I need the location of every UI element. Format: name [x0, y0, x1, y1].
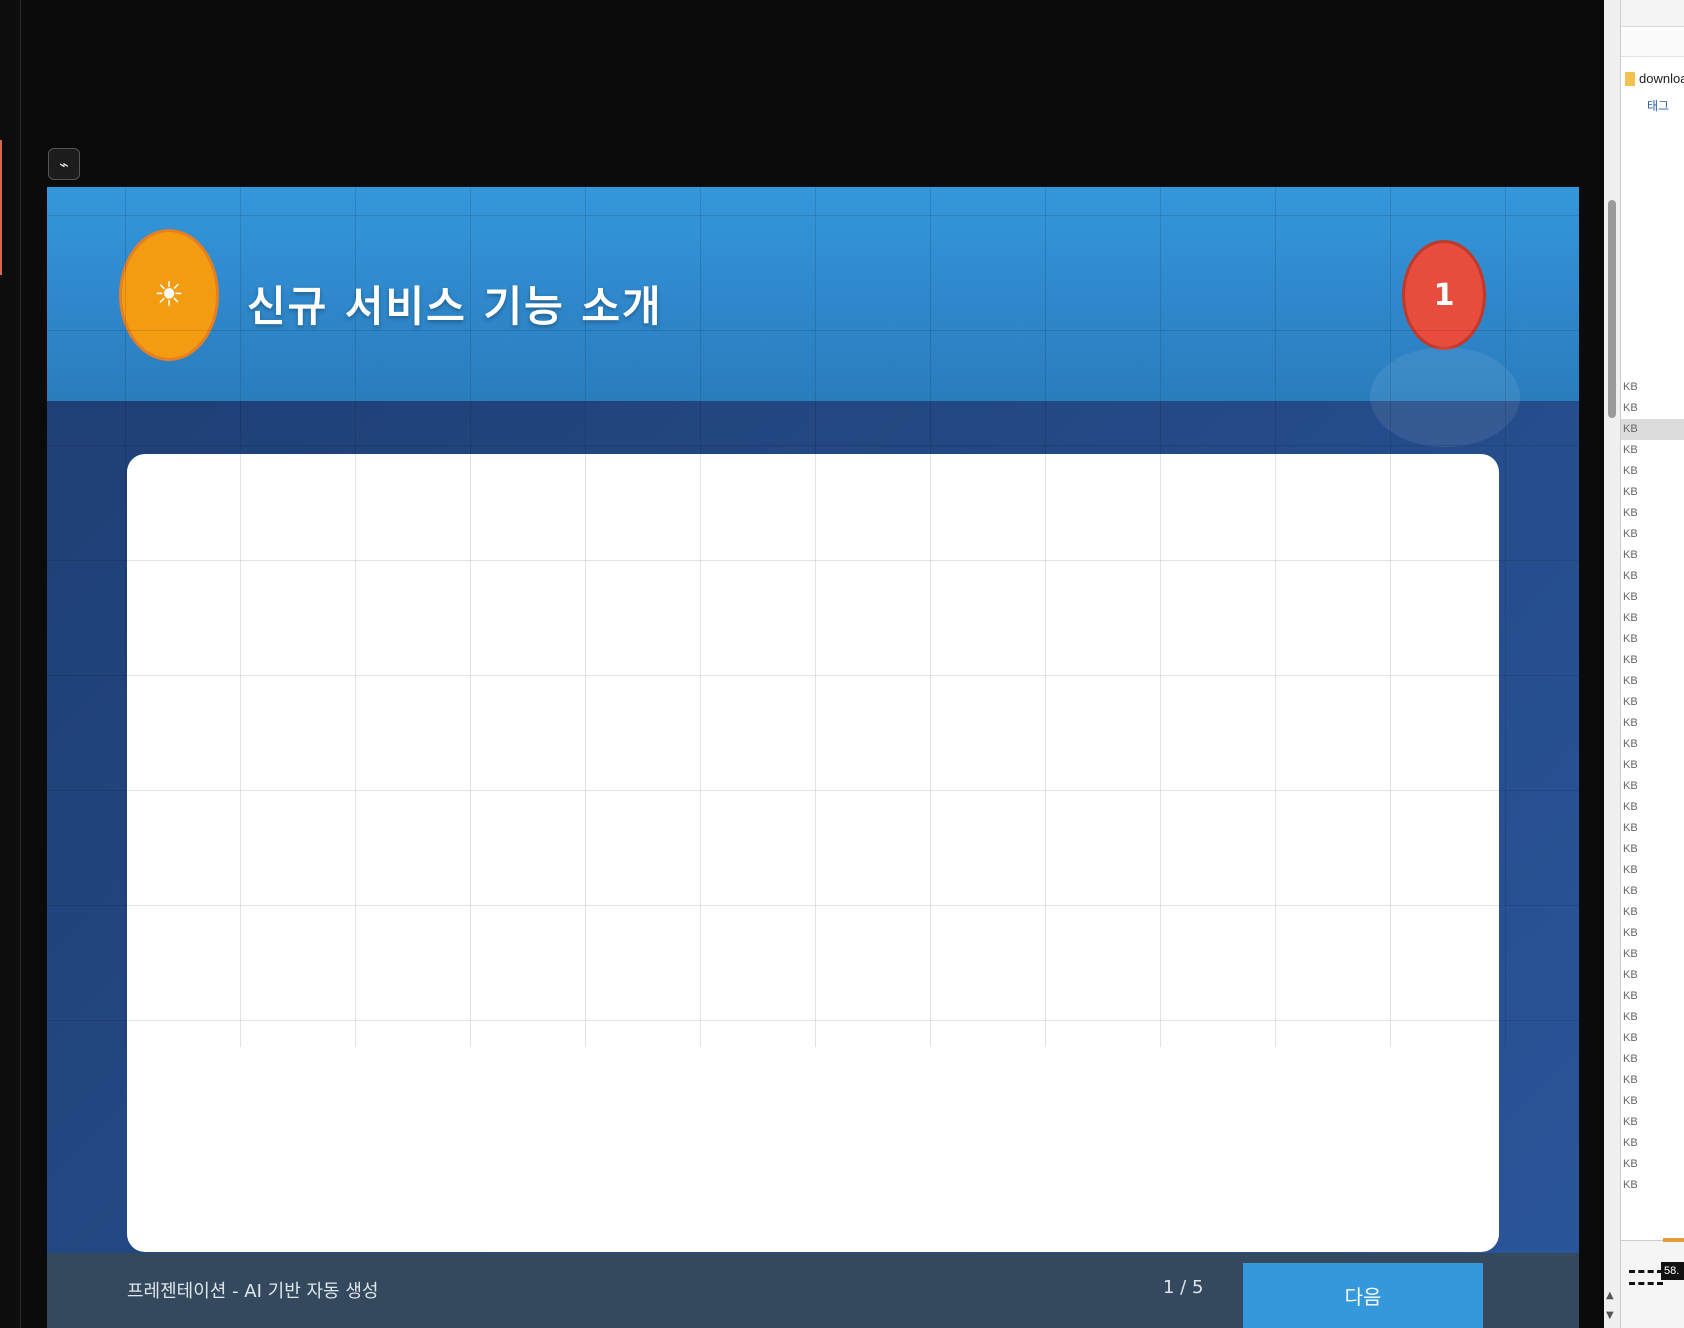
- file-row-size[interactable]: KB: [1621, 692, 1684, 713]
- file-row-size[interactable]: KB: [1621, 1175, 1684, 1196]
- footer-caption: 프레젠테이션 - AI 기반 자동 생성: [127, 1281, 379, 1302]
- dashed-line: [1629, 1270, 1663, 1273]
- file-row-size[interactable]: KB: [1621, 398, 1684, 419]
- status-accent: [1663, 1238, 1684, 1242]
- file-row-size[interactable]: KB: [1621, 986, 1684, 1007]
- scroll-up-arrow-icon[interactable]: ▲: [1606, 1290, 1614, 1301]
- file-row-size[interactable]: KB: [1621, 902, 1684, 923]
- file-row-size[interactable]: KB: [1621, 419, 1684, 440]
- dashed-line: [1629, 1282, 1663, 1285]
- content-card: [127, 454, 1499, 1252]
- file-row-size[interactable]: KB: [1621, 1154, 1684, 1175]
- scrollbar-thumb[interactable]: [1608, 200, 1616, 418]
- file-row-size[interactable]: KB: [1621, 797, 1684, 818]
- slide-footer: 프레젠테이션 - AI 기반 자동 생성 1 / 5 다음: [47, 1253, 1579, 1328]
- file-row-size[interactable]: KB: [1621, 944, 1684, 965]
- file-row-size[interactable]: KB: [1621, 965, 1684, 986]
- file-row-size[interactable]: KB: [1621, 629, 1684, 650]
- file-row-size[interactable]: KB: [1621, 755, 1684, 776]
- file-row-size[interactable]: KB: [1621, 923, 1684, 944]
- file-row-size[interactable]: KB: [1621, 818, 1684, 839]
- file-row-size[interactable]: KB: [1621, 524, 1684, 545]
- file-row-size[interactable]: KB: [1621, 776, 1684, 797]
- file-row-size[interactable]: KB: [1621, 860, 1684, 881]
- folder-path[interactable]: downloa: [1639, 71, 1684, 86]
- file-row-size[interactable]: KB: [1621, 1028, 1684, 1049]
- file-row-size[interactable]: KB: [1621, 440, 1684, 461]
- decorative-circle: [1370, 347, 1520, 447]
- vertical-scrollbar[interactable]: ▲ ▼: [1604, 0, 1620, 1328]
- file-row-size[interactable]: KB: [1621, 1070, 1684, 1091]
- file-row-size[interactable]: KB: [1621, 713, 1684, 734]
- file-row-size[interactable]: KB: [1621, 839, 1684, 860]
- file-row-size[interactable]: KB: [1621, 1049, 1684, 1070]
- file-row-size[interactable]: KB: [1621, 503, 1684, 524]
- file-row-size[interactable]: KB: [1621, 881, 1684, 902]
- page-indicator: 1 / 5: [1163, 1277, 1204, 1298]
- page-number-badge: 1: [1402, 240, 1486, 350]
- value-badge: 58.: [1661, 1262, 1684, 1280]
- file-row-size[interactable]: KB: [1621, 1112, 1684, 1133]
- left-edge-accent: [0, 140, 2, 275]
- file-row-size[interactable]: KB: [1621, 608, 1684, 629]
- file-row-size[interactable]: KB: [1621, 545, 1684, 566]
- copilot-icon[interactable]: ⌁: [48, 148, 80, 180]
- file-row-size[interactable]: KB: [1621, 650, 1684, 671]
- left-window-edge: [0, 0, 21, 1328]
- explorer-address-bar[interactable]: [1621, 30, 1684, 57]
- explorer-toolbar: [1621, 0, 1684, 27]
- next-button[interactable]: 다음: [1243, 1263, 1483, 1328]
- slide: ☀ 신규 서비스 기능 소개 1 프레젠테이션 - AI 기반 자동 생성 1 …: [47, 187, 1579, 1328]
- file-row-size[interactable]: KB: [1621, 734, 1684, 755]
- file-row-size[interactable]: KB: [1621, 566, 1684, 587]
- file-row-size[interactable]: KB: [1621, 377, 1684, 398]
- file-explorer-panel: downloa 태그 KB KB KB KB KB KB KB KB KB KB KB KB KB KB K…: [1620, 0, 1684, 1328]
- file-row-size[interactable]: KB: [1621, 587, 1684, 608]
- file-row-size[interactable]: KB: [1621, 671, 1684, 692]
- file-row-size[interactable]: KB: [1621, 461, 1684, 482]
- sun-icon: ☀: [119, 229, 219, 361]
- file-row-size[interactable]: KB: [1621, 1133, 1684, 1154]
- file-row-size[interactable]: KB: [1621, 482, 1684, 503]
- slide-header: ☀ 신규 서비스 기능 소개 1: [47, 187, 1579, 401]
- file-row-size[interactable]: KB: [1621, 1091, 1684, 1112]
- scroll-down-arrow-icon[interactable]: ▼: [1606, 1310, 1614, 1321]
- tag-column-header[interactable]: 태그: [1647, 97, 1669, 114]
- file-row-size[interactable]: KB: [1621, 1007, 1684, 1028]
- folder-icon: [1625, 72, 1635, 86]
- slide-title: 신규 서비스 기능 소개: [247, 282, 663, 331]
